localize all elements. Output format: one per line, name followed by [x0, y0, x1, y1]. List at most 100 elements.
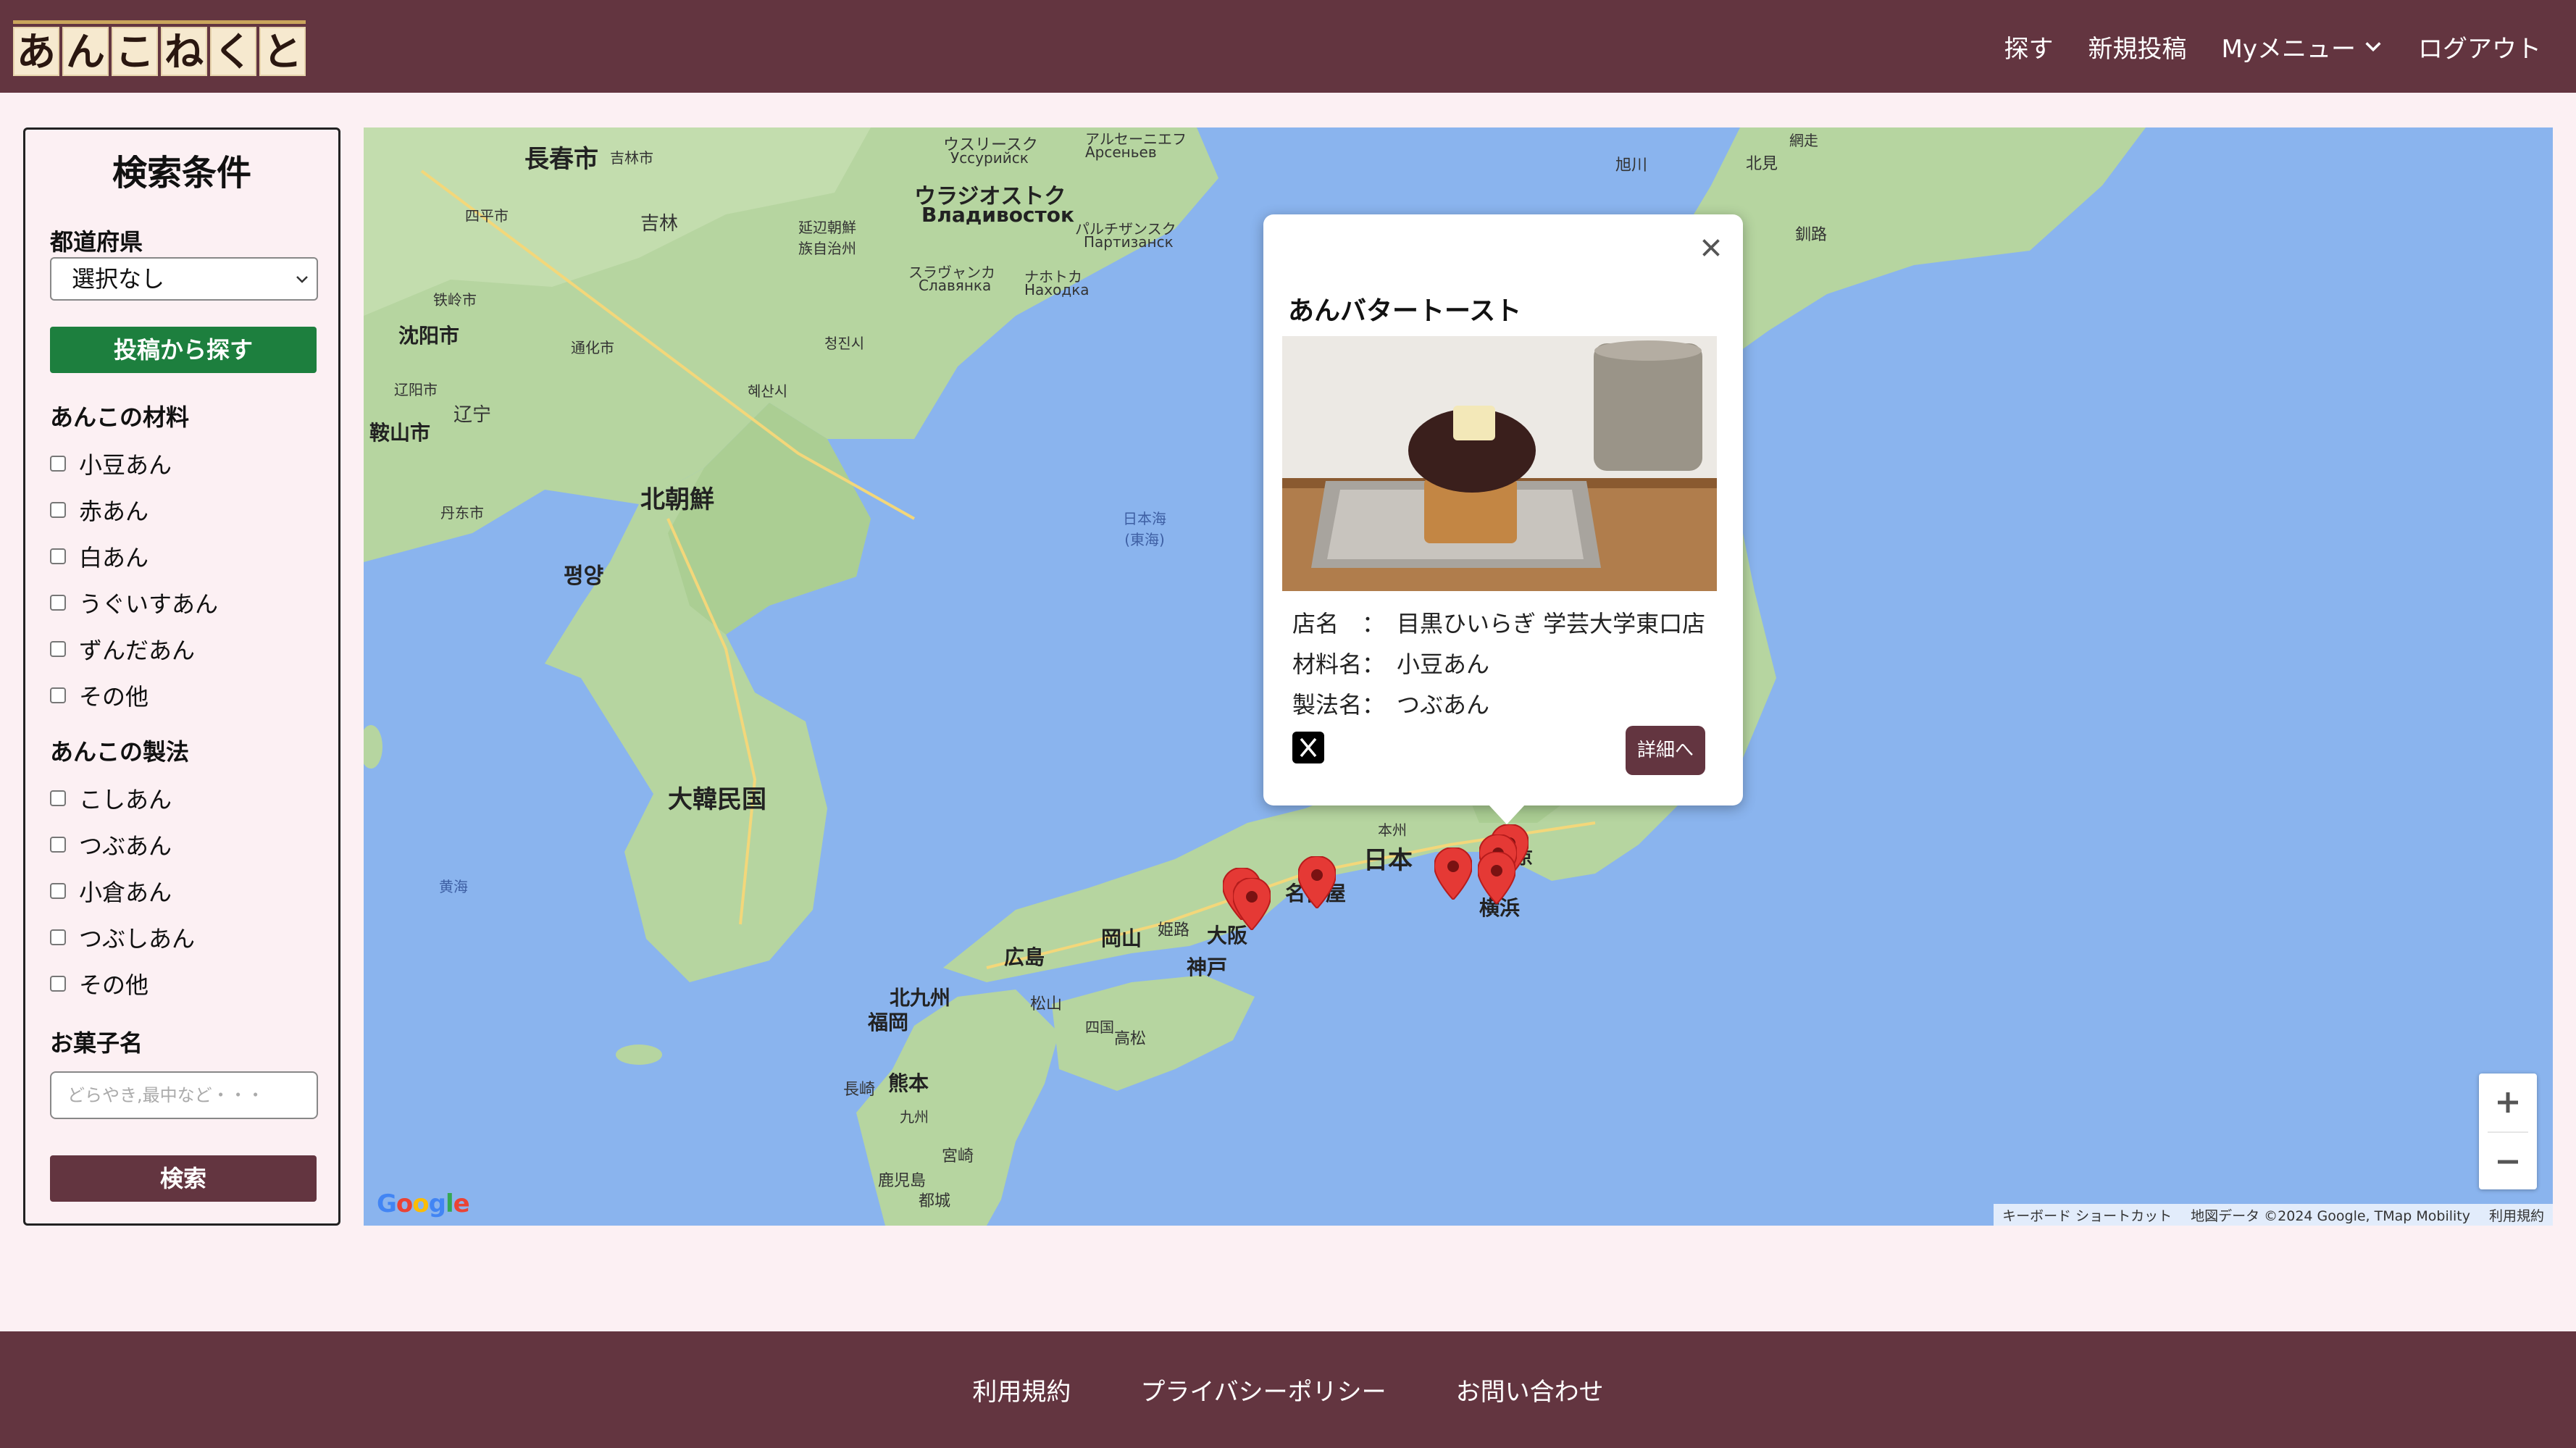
map-label: 辽宁	[453, 404, 492, 426]
sweets-name-input[interactable]: どらやき,最中など・・・	[50, 1071, 318, 1119]
checkbox[interactable]	[50, 687, 66, 703]
material-option[interactable]: 白あん	[50, 540, 149, 573]
method-option[interactable]: こしあん	[50, 782, 172, 815]
map-terms-link[interactable]: 利用規約	[2489, 1205, 2544, 1225]
option-label: その他	[79, 683, 149, 711]
footer-contact-link[interactable]: お問い合わせ	[1456, 1372, 1604, 1407]
row-key: 材料名：	[1292, 650, 1386, 678]
food-photo	[1282, 336, 1717, 591]
main-nav: 探す 新規投稿 Myメニュー ログアウト	[2004, 0, 2541, 93]
map-label: Славянка	[919, 277, 992, 294]
plus-icon	[2498, 1092, 2518, 1113]
map-label: 北朝鮮	[640, 485, 714, 514]
minus-icon	[2498, 1160, 2518, 1164]
nav-my-menu-dropdown[interactable]: Myメニュー	[2222, 29, 2383, 64]
map-label: 神戸	[1187, 955, 1228, 979]
map-label: 丹东市	[440, 504, 484, 522]
chevron-down-icon	[2365, 42, 2381, 52]
popup-shop-row: 店名 ： 目黒ひいらぎ 学芸大学東口店	[1292, 606, 1705, 639]
map-label: 釧路	[1795, 226, 1828, 244]
search-sidebar: 検索条件 都道府県 選択なし 投稿から探す あんこの材料 小豆あん 赤あん 白あ…	[23, 127, 340, 1226]
logo-char: ね	[161, 27, 207, 76]
row-key: 製法名：	[1292, 691, 1386, 719]
nav-new-post-link[interactable]: 新規投稿	[2088, 29, 2187, 64]
search-button[interactable]: 検索	[50, 1155, 317, 1202]
prefecture-select[interactable]: 選択なし	[50, 257, 318, 301]
map-pin[interactable]	[1233, 878, 1271, 930]
checkbox[interactable]	[50, 595, 66, 611]
keyboard-shortcuts-link[interactable]: キーボード ショートカット	[2002, 1205, 2172, 1225]
logo-char: と	[259, 27, 306, 76]
checkbox[interactable]	[50, 641, 66, 657]
search-from-posts-button[interactable]: 投稿から探す	[50, 327, 317, 373]
map-label: 청진시	[824, 335, 865, 352]
logo-char: く	[210, 27, 256, 76]
map-pin[interactable]	[1298, 856, 1336, 908]
option-label: 小豆あん	[79, 451, 172, 479]
option-label: こしあん	[79, 786, 172, 813]
map-label: Партизанск	[1084, 233, 1174, 251]
map-label: Находка	[1024, 281, 1090, 298]
footer-privacy-link[interactable]: プライバシーポリシー	[1140, 1372, 1386, 1407]
google-logo: Google	[377, 1189, 470, 1218]
map-label: 鞍山市	[369, 421, 431, 445]
material-option[interactable]: 赤あん	[50, 493, 149, 527]
checkbox[interactable]	[50, 976, 66, 992]
method-option[interactable]: 小倉あん	[50, 874, 172, 908]
checkbox[interactable]	[50, 456, 66, 472]
detail-button[interactable]: 詳細へ	[1626, 726, 1705, 775]
map-label: 本州	[1378, 821, 1407, 839]
map-label: 北見	[1746, 155, 1778, 173]
map-label: 九州	[900, 1108, 929, 1126]
map-label: 四平市	[465, 207, 509, 225]
map-label: 평양	[564, 564, 604, 589]
map-label: 宮崎	[942, 1147, 974, 1165]
checkbox[interactable]	[50, 929, 66, 945]
map-label: 延辺朝鮮族自治州	[798, 219, 856, 257]
map-label: 沈阳市	[398, 324, 460, 348]
map-label: 혜산시	[748, 382, 788, 400]
close-icon[interactable]	[1698, 235, 1724, 261]
x-share-icon[interactable]	[1292, 732, 1324, 763]
zoom-out-button[interactable]	[2479, 1133, 2537, 1191]
option-label: その他	[79, 971, 149, 999]
map-pin[interactable]	[1478, 852, 1515, 904]
map-view[interactable]: 長春市 吉林市 ウスリースク Уссурийск アルセーニエフ Арсенье…	[364, 127, 2553, 1226]
map-label: 辽阳市	[394, 381, 438, 398]
map-label: 松山	[1030, 995, 1063, 1013]
popup-material-row: 材料名： 小豆あん	[1292, 646, 1489, 679]
method-option[interactable]: つぶあん	[50, 828, 172, 861]
map-label: 長崎	[843, 1081, 876, 1099]
map-label: 福岡	[868, 1010, 909, 1034]
map-label: 日本海 (東海)	[1123, 510, 1166, 548]
method-option[interactable]: その他	[50, 967, 149, 1000]
nav-search-link[interactable]: 探す	[2004, 29, 2054, 64]
map-label: Уссурийск	[950, 149, 1029, 167]
method-option[interactable]: つぶしあん	[50, 921, 195, 954]
material-option[interactable]: ずんだあん	[50, 632, 195, 666]
map-label: 吉林	[640, 213, 679, 235]
checkbox[interactable]	[50, 548, 66, 564]
site-logo[interactable]: あ ん こ ね く と	[13, 20, 306, 76]
zoom-in-button[interactable]	[2479, 1074, 2537, 1131]
checkbox[interactable]	[50, 837, 66, 853]
logo-char: あ	[13, 27, 59, 76]
material-option[interactable]: その他	[50, 679, 149, 712]
site-footer: 利用規約 プライバシーポリシー お問い合わせ	[0, 1331, 2576, 1448]
nav-logout-link[interactable]: ログアウト	[2418, 29, 2541, 64]
footer-terms-link[interactable]: 利用規約	[972, 1372, 1071, 1407]
map-label: 都城	[919, 1192, 951, 1210]
map-pin[interactable]	[1434, 848, 1472, 900]
checkbox[interactable]	[50, 502, 66, 518]
checkbox[interactable]	[50, 790, 66, 806]
material-option[interactable]: うぐいすあん	[50, 586, 218, 619]
map-label: Арсеньев	[1085, 143, 1157, 161]
checkbox[interactable]	[50, 883, 66, 899]
site-header: あ ん こ ね く と 探す 新規投稿 Myメニュー ログアウト	[0, 0, 2576, 93]
material-option[interactable]: 小豆あん	[50, 447, 172, 480]
map-label: 旭川	[1615, 156, 1648, 175]
map-label: 日本	[1363, 846, 1413, 875]
popup-method-row: 製法名： つぶあん	[1292, 687, 1489, 720]
logo-char: ん	[62, 27, 109, 76]
map-label: Владивосток	[921, 203, 1074, 227]
